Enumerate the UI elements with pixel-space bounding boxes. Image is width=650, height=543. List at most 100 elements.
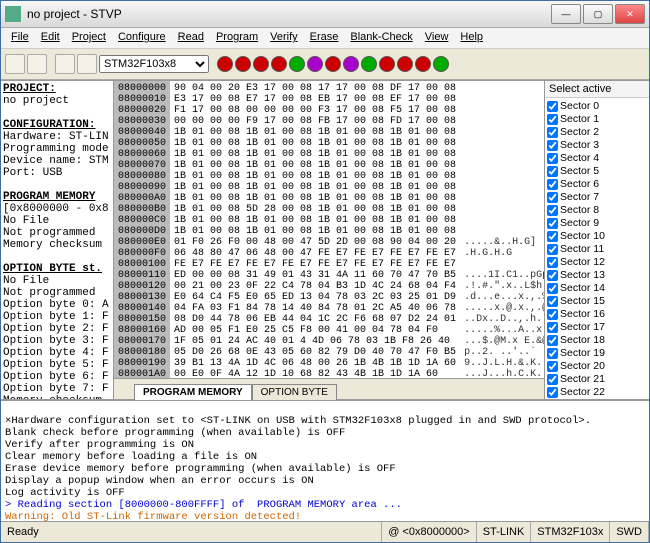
sector-checkbox[interactable] <box>547 257 558 268</box>
menu-edit[interactable]: Edit <box>35 28 66 48</box>
sector-checkbox[interactable] <box>547 361 558 372</box>
sector-checkbox[interactable] <box>547 231 558 242</box>
menu-file[interactable]: File <box>5 28 35 48</box>
sector-item[interactable]: Sector 22 <box>547 386 647 399</box>
memory-tabs: PROGRAM MEMORY OPTION BYTE <box>114 378 544 399</box>
maximize-button[interactable]: ▢ <box>583 4 613 24</box>
menu-view[interactable]: View <box>419 28 455 48</box>
sector-item[interactable]: Sector 3 <box>547 139 647 152</box>
menu-project[interactable]: Project <box>66 28 112 48</box>
main-area: PROJECT:no project CONFIGURATION:Hardwar… <box>1 80 649 400</box>
sector-item[interactable]: Sector 20 <box>547 360 647 373</box>
sector-item[interactable]: Sector 6 <box>547 178 647 191</box>
sector-item[interactable]: Sector 19 <box>547 347 647 360</box>
sector-item[interactable]: Sector 15 <box>547 295 647 308</box>
app-window: no project - STVP — ▢ ✕ File Edit Projec… <box>0 0 650 543</box>
chip-icon[interactable] <box>415 56 431 72</box>
menu-configure[interactable]: Configure <box>112 28 172 48</box>
sector-label: Sector 22 <box>560 386 605 399</box>
sector-label: Sector 8 <box>560 204 599 217</box>
sector-checkbox[interactable] <box>547 153 558 164</box>
sector-label: Sector 21 <box>560 373 605 386</box>
sector-item[interactable]: Sector 13 <box>547 269 647 282</box>
info-panel: PROJECT:no project CONFIGURATION:Hardwar… <box>1 81 114 399</box>
sector-item[interactable]: Sector 0 <box>547 100 647 113</box>
sector-checkbox[interactable] <box>547 205 558 216</box>
status-ready: Ready <box>1 522 382 542</box>
status-protocol: SWD <box>610 522 649 542</box>
menu-erase[interactable]: Erase <box>304 28 345 48</box>
hex-view: 08000000 08000010 08000020 08000030 0800… <box>114 81 544 378</box>
menu-read[interactable]: Read <box>172 28 210 48</box>
sector-checkbox[interactable] <box>547 309 558 320</box>
sector-checkbox[interactable] <box>547 179 558 190</box>
log-line: Display a popup window when an error occ… <box>5 475 314 487</box>
chip-icon[interactable] <box>271 56 287 72</box>
sector-checkbox[interactable] <box>547 374 558 385</box>
sector-label: Sector 15 <box>560 295 605 308</box>
sector-checkbox[interactable] <box>547 140 558 151</box>
save-icon[interactable] <box>27 54 47 74</box>
log-line: Erase device memory before programming (… <box>5 463 396 475</box>
sector-item[interactable]: Sector 8 <box>547 204 647 217</box>
address-column: 08000000 08000010 08000020 08000030 0800… <box>114 81 170 378</box>
sector-item[interactable]: Sector 10 <box>547 230 647 243</box>
sector-checkbox[interactable] <box>547 166 558 177</box>
sector-checkbox[interactable] <box>547 270 558 281</box>
menu-verify[interactable]: Verify <box>264 28 304 48</box>
chip-icon[interactable] <box>289 56 305 72</box>
sector-checkbox[interactable] <box>547 296 558 307</box>
sector-checkbox[interactable] <box>547 101 558 112</box>
tab-option-byte[interactable]: OPTION BYTE <box>252 384 337 400</box>
chip-icon[interactable] <box>217 56 233 72</box>
chip-icon[interactable] <box>235 56 251 72</box>
chip-icon[interactable] <box>325 56 341 72</box>
sector-checkbox[interactable] <box>547 244 558 255</box>
sector-item[interactable]: Sector 16 <box>547 308 647 321</box>
sector-checkbox[interactable] <box>547 192 558 203</box>
sector-checkbox[interactable] <box>547 114 558 125</box>
chip-icon[interactable] <box>307 56 323 72</box>
sector-item[interactable]: Sector 4 <box>547 152 647 165</box>
sector-list: Sector 0Sector 1Sector 2Sector 3Sector 4… <box>545 98 649 399</box>
sector-item[interactable]: Sector 18 <box>547 334 647 347</box>
sector-item[interactable]: Sector 5 <box>547 165 647 178</box>
sector-checkbox[interactable] <box>547 322 558 333</box>
menu-blankcheck[interactable]: Blank-Check <box>344 28 418 48</box>
chip-icon[interactable] <box>343 56 359 72</box>
sector-checkbox[interactable] <box>547 348 558 359</box>
sector-item[interactable]: Sector 11 <box>547 243 647 256</box>
tab-program-memory[interactable]: PROGRAM MEMORY <box>134 384 252 400</box>
chip-icon[interactable] <box>379 56 395 72</box>
menu-program[interactable]: Program <box>210 28 264 48</box>
ascii-column: .....&..H.G] .H.G.H.G ....1I.C1..pGp .!.… <box>460 81 544 378</box>
minimize-button[interactable]: — <box>551 4 581 24</box>
tbtn-4[interactable] <box>77 54 97 74</box>
sector-item[interactable]: Sector 2 <box>547 126 647 139</box>
sector-checkbox[interactable] <box>547 387 558 398</box>
sector-label: Sector 6 <box>560 178 599 191</box>
sector-checkbox[interactable] <box>547 335 558 346</box>
chip-icon[interactable] <box>397 56 413 72</box>
sector-label: Sector 18 <box>560 334 605 347</box>
sector-checkbox[interactable] <box>547 218 558 229</box>
close-button[interactable]: ✕ <box>615 4 645 24</box>
menu-help[interactable]: Help <box>454 28 489 48</box>
sector-item[interactable]: Sector 7 <box>547 191 647 204</box>
sector-checkbox[interactable] <box>547 127 558 138</box>
open-icon[interactable] <box>5 54 25 74</box>
chip-icon[interactable] <box>253 56 269 72</box>
chip-icon[interactable] <box>361 56 377 72</box>
sector-checkbox[interactable] <box>547 283 558 294</box>
chip-icon[interactable] <box>433 56 449 72</box>
tbtn-3[interactable] <box>55 54 75 74</box>
sector-item[interactable]: Sector 9 <box>547 217 647 230</box>
sector-item[interactable]: Sector 17 <box>547 321 647 334</box>
window-title: no project - STVP <box>27 7 551 21</box>
sector-item[interactable]: Sector 1 <box>547 113 647 126</box>
sector-item[interactable]: Sector 14 <box>547 282 647 295</box>
log-line-read: > Reading section [8000000-800FFFF] of P… <box>5 499 402 511</box>
device-select[interactable]: STM32F103x8 <box>99 55 209 73</box>
sector-item[interactable]: Sector 21 <box>547 373 647 386</box>
sector-item[interactable]: Sector 12 <box>547 256 647 269</box>
